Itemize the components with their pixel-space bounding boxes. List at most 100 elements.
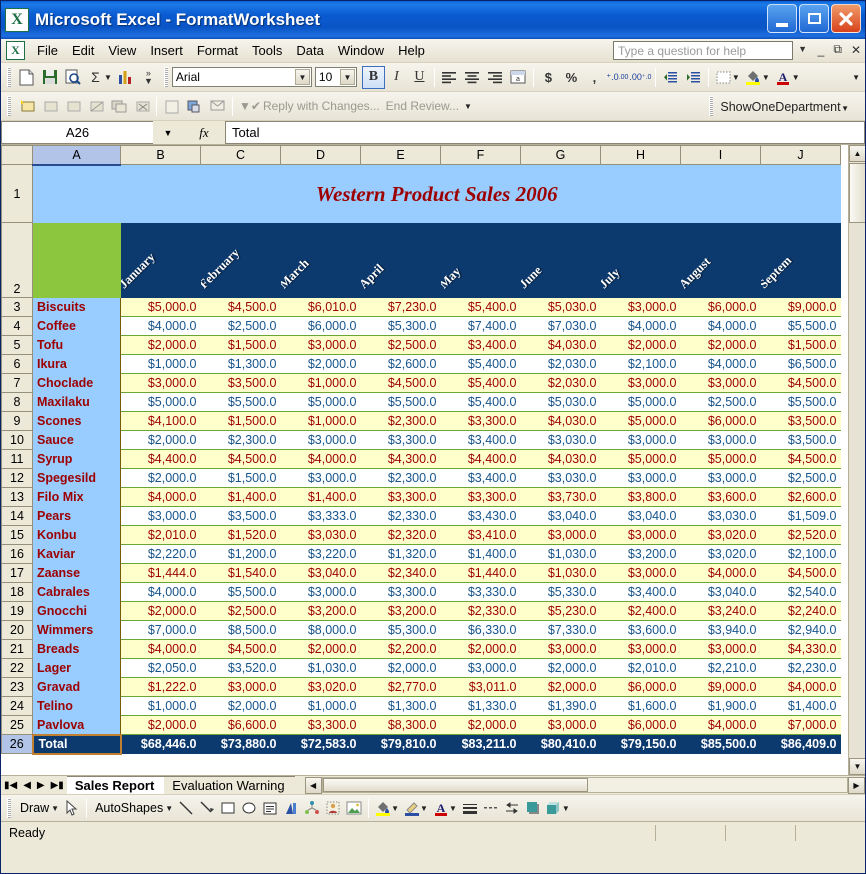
reviewing-toolbar-grip[interactable] (7, 96, 11, 116)
data-cell[interactable]: $2,500.0 (680, 392, 761, 412)
italic-button[interactable]: I (385, 66, 408, 89)
data-cell[interactable]: $3,000.0 (520, 639, 601, 659)
arrow-style-icon[interactable] (502, 798, 522, 818)
data-cell[interactable]: $3,000.0 (680, 430, 761, 450)
font-color-chevron-down-icon[interactable]: ▼ (792, 73, 800, 82)
toolbar-grip[interactable] (7, 67, 11, 87)
formatting-overflow-icon[interactable]: ▼ (852, 73, 860, 82)
product-name-cell[interactable]: Wimmers (32, 620, 121, 640)
data-cell[interactable]: $3,000.0 (600, 639, 681, 659)
row-header-25[interactable]: 25 (1, 715, 33, 735)
product-name-cell[interactable]: Maxilaku (32, 392, 121, 412)
data-cell[interactable]: $3,000.0 (600, 563, 681, 583)
data-cell[interactable]: $3,000.0 (120, 506, 201, 526)
data-cell[interactable]: $2,600.0 (760, 487, 841, 507)
data-cell[interactable]: $1,000.0 (120, 696, 201, 716)
data-cell[interactable]: $2,500.0 (760, 468, 841, 488)
data-cell[interactable]: $5,300.0 (360, 316, 441, 336)
data-cell[interactable]: $3,030.0 (680, 506, 761, 526)
data-cell[interactable]: $3,300.0 (440, 487, 521, 507)
data-cell[interactable]: $7,000.0 (120, 620, 201, 640)
new-comment-icon[interactable] (15, 95, 38, 118)
total-cell[interactable]: $80,410.0 (520, 734, 601, 754)
data-cell[interactable]: $3,200.0 (360, 601, 441, 621)
merge-and-center-icon[interactable]: a (507, 66, 530, 89)
data-cell[interactable]: $2,100.0 (760, 544, 841, 564)
data-cell[interactable]: $1,300.0 (360, 696, 441, 716)
product-name-cell[interactable]: Breads (32, 639, 121, 659)
dash-style-icon[interactable] (481, 798, 501, 818)
data-cell[interactable]: $3,000.0 (600, 468, 681, 488)
data-cell[interactable]: $3,600.0 (680, 487, 761, 507)
data-cell[interactable]: $4,000.0 (600, 316, 681, 336)
product-name-cell[interactable]: Gnocchi (32, 601, 121, 621)
data-cell[interactable]: $4,000.0 (680, 354, 761, 374)
data-cell[interactable]: $5,300.0 (360, 620, 441, 640)
data-cell[interactable]: $1,000.0 (280, 373, 361, 393)
macro-chevron-down-icon[interactable]: ▼ (841, 104, 849, 113)
data-cell[interactable]: $2,770.0 (360, 677, 441, 697)
column-header-h[interactable]: H (600, 145, 681, 165)
line-icon[interactable] (176, 798, 196, 818)
data-cell[interactable]: $1,400.0 (200, 487, 281, 507)
row-header-1[interactable]: 1 (1, 164, 33, 223)
data-cell[interactable]: $3,040.0 (280, 563, 361, 583)
maximize-icon[interactable] (799, 4, 829, 33)
product-name-cell[interactable]: Lager (32, 658, 121, 678)
font-name-chevron-down-icon[interactable]: ▼ (294, 69, 310, 85)
text-box-icon[interactable] (260, 798, 280, 818)
data-cell[interactable]: $4,000.0 (680, 563, 761, 583)
close-icon[interactable] (831, 4, 861, 33)
data-cell[interactable]: $4,030.0 (520, 411, 601, 431)
data-cell[interactable]: $2,100.0 (600, 354, 681, 374)
data-cell[interactable]: $4,000.0 (680, 316, 761, 336)
data-cell[interactable]: $1,222.0 (120, 677, 201, 697)
data-cell[interactable]: $1,444.0 (120, 563, 201, 583)
menu-file[interactable]: File (30, 41, 65, 60)
row-header-12[interactable]: 12 (1, 468, 33, 488)
horizontal-scroll-thumb[interactable] (322, 778, 588, 792)
formula-input[interactable]: Total (225, 121, 865, 144)
product-name-cell[interactable]: Telino (32, 696, 121, 716)
data-cell[interactable]: $4,000.0 (760, 677, 841, 697)
arrow-icon[interactable] (197, 798, 217, 818)
menu-tools[interactable]: Tools (245, 41, 289, 60)
wordart-icon[interactable] (281, 798, 301, 818)
mail-recipient-icon[interactable] (206, 95, 229, 118)
data-cell[interactable]: $5,230.0 (520, 601, 601, 621)
currency-style-icon[interactable]: $ (537, 66, 560, 89)
next-comment-icon[interactable] (61, 95, 84, 118)
comma-style-icon[interactable]: , (583, 66, 606, 89)
draw-chevron-down-icon[interactable]: ▼ (51, 804, 59, 813)
scroll-right-icon[interactable]: ▶ (848, 776, 865, 794)
row-header-6[interactable]: 6 (1, 354, 33, 374)
increase-decimal-icon[interactable]: ⁺.0.00 (606, 66, 629, 89)
next-tab-icon[interactable]: ▶ (37, 780, 45, 791)
data-cell[interactable]: $1,400.0 (280, 487, 361, 507)
data-cell[interactable]: $2,240.0 (760, 601, 841, 621)
data-cell[interactable]: $6,010.0 (280, 297, 361, 317)
toolbar-options-icon[interactable]: » ▼ (137, 66, 160, 89)
data-cell[interactable]: $3,430.0 (440, 506, 521, 526)
data-cell[interactable]: $4,400.0 (120, 449, 201, 469)
product-name-cell[interactable]: Ikura (32, 354, 121, 374)
total-cell[interactable]: $72,583.0 (280, 734, 361, 754)
data-cell[interactable]: $5,000.0 (600, 411, 681, 431)
data-cell[interactable]: $2,030.0 (520, 373, 601, 393)
data-cell[interactable]: $2,540.0 (760, 582, 841, 602)
data-cell[interactable]: $3,200.0 (600, 544, 681, 564)
data-cell[interactable]: $3,000.0 (520, 715, 601, 735)
data-cell[interactable]: $3,000.0 (600, 525, 681, 545)
product-name-cell[interactable]: Gravad (32, 677, 121, 697)
decrease-decimal-icon[interactable]: .00 ⁺.0 (629, 66, 652, 89)
row-header-17[interactable]: 17 (1, 563, 33, 583)
total-cell[interactable]: $68,446.0 (120, 734, 201, 754)
data-cell[interactable]: $3,240.0 (680, 601, 761, 621)
product-name-cell[interactable]: Sauce (32, 430, 121, 450)
insert-picture-icon[interactable] (344, 798, 364, 818)
data-cell[interactable]: $6,000.0 (600, 715, 681, 735)
data-cell[interactable]: $1,000.0 (120, 354, 201, 374)
data-cell[interactable]: $5,000.0 (120, 297, 201, 317)
row-header-2[interactable]: 2 (1, 222, 33, 298)
data-cell[interactable]: $5,500.0 (760, 392, 841, 412)
